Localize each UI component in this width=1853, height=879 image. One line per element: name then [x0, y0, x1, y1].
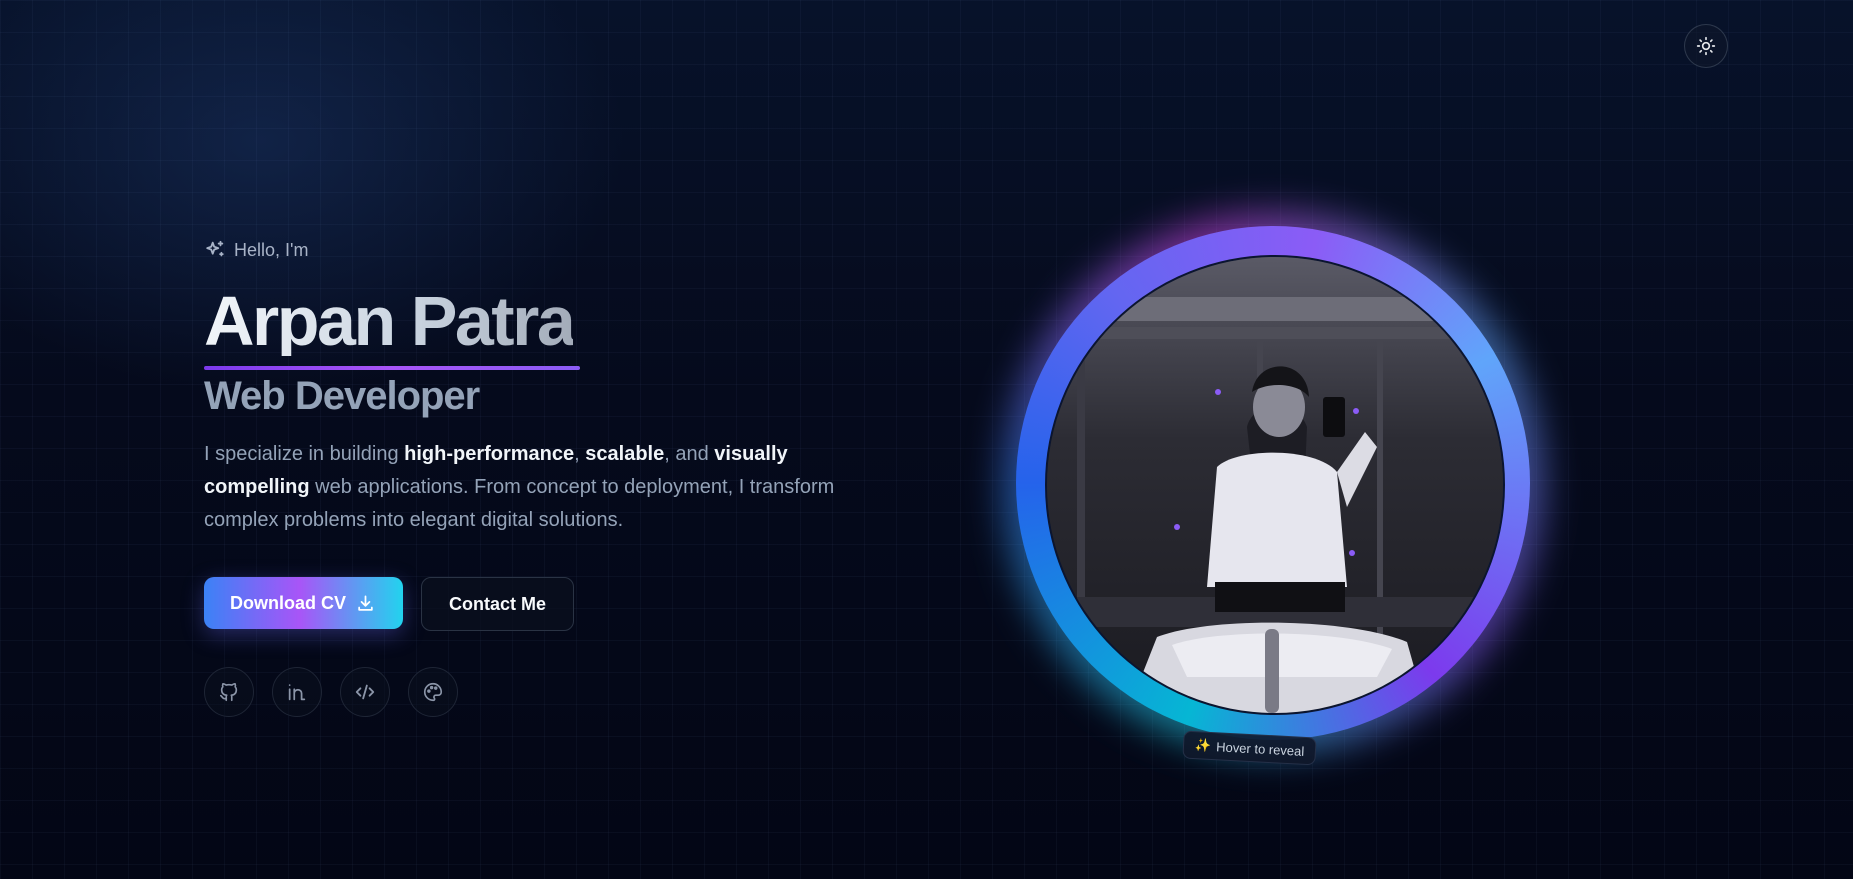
palette-icon	[423, 682, 443, 702]
desc-text-1: I specialize in building	[204, 443, 405, 465]
hero-role: Web Developer	[204, 374, 480, 418]
code-link[interactable]	[340, 667, 390, 717]
hero-description: I specialize in building high-performanc…	[204, 438, 844, 537]
contact-me-label: Contact Me	[449, 593, 547, 614]
cta-buttons: Download CV Contact Me	[204, 577, 844, 631]
desc-text-3: , and	[664, 443, 715, 465]
code-icon	[355, 684, 375, 700]
linkedin-link[interactable]	[272, 667, 322, 717]
portfolio-link[interactable]	[408, 667, 458, 717]
hero-intro: Hello, I'm Arpan Patra Web Developer I s…	[204, 236, 844, 717]
social-links	[204, 667, 844, 717]
desc-bold-1: high-performance	[404, 443, 575, 465]
download-cv-label: Download CV	[230, 592, 346, 613]
contact-me-button[interactable]: Contact Me	[421, 577, 575, 631]
sparkles-icon	[206, 240, 224, 257]
hover-reveal-label: Hover to reveal	[1215, 738, 1305, 759]
greeting: Hello, I'm	[204, 236, 844, 264]
github-icon	[219, 682, 238, 702]
sparkles-icon: ✨	[1194, 737, 1212, 753]
profile-photo	[1045, 255, 1505, 715]
download-cv-button[interactable]: Download CV	[204, 577, 403, 629]
linkedin-icon	[288, 684, 306, 701]
github-link[interactable]	[204, 667, 254, 717]
sun-icon	[1696, 36, 1716, 56]
hero-name: Arpan Patra	[204, 282, 576, 360]
desc-text-2: ,	[574, 443, 586, 465]
download-icon	[358, 595, 373, 611]
hover-reveal-hint[interactable]: ✨ Hover to reveal	[1182, 730, 1317, 766]
desc-bold-2: scalable	[585, 443, 665, 465]
profile-photo-image	[1047, 257, 1503, 713]
greeting-text: Hello, I'm	[234, 239, 309, 260]
hero-page: Hello, I'm Arpan Patra Web Developer I s…	[0, 0, 1853, 879]
profile-avatar[interactable]	[1002, 212, 1544, 754]
theme-toggle-button[interactable]	[1684, 24, 1728, 68]
name-block: Arpan Patra	[204, 264, 844, 370]
name-underline	[204, 366, 580, 370]
